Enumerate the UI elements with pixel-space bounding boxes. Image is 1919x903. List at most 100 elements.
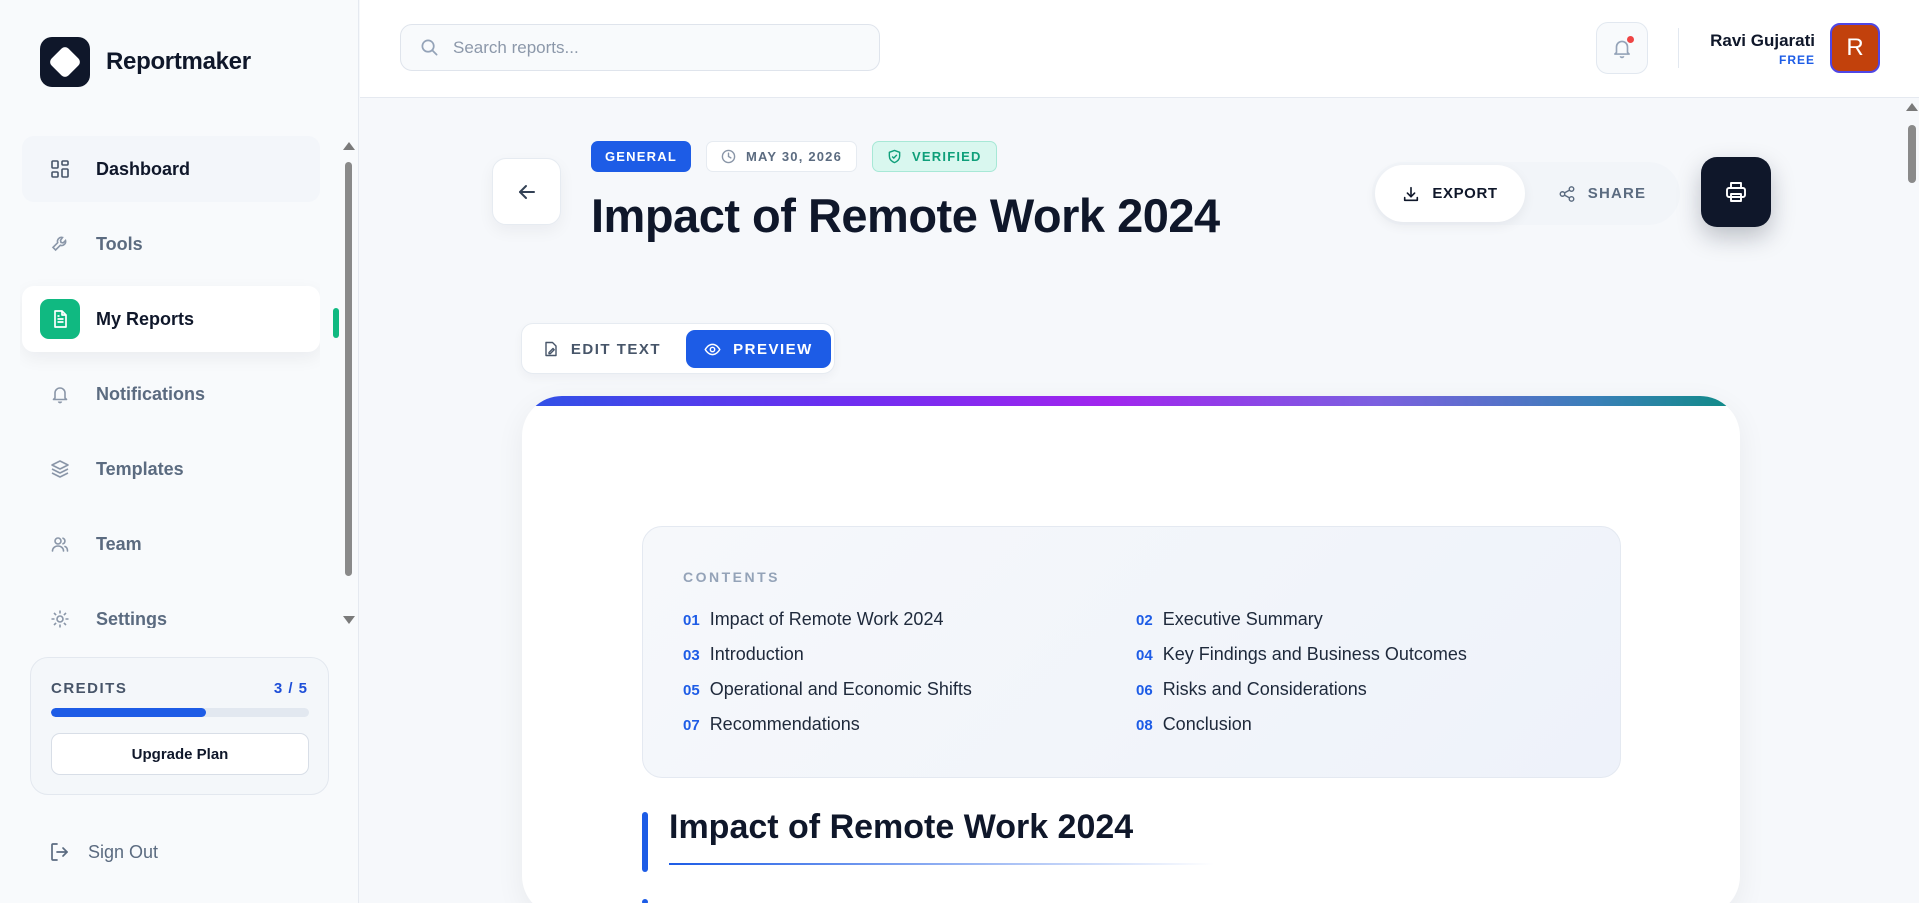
- toc-label: Operational and Economic Shifts: [709, 679, 972, 699]
- toc-item[interactable]: 04 Key Findings and Business Outcomes: [1136, 644, 1467, 665]
- sidebar-item-settings[interactable]: Settings: [22, 586, 320, 628]
- table-of-contents: CONTENTS 01 Impact of Remote Work 2024 02…: [642, 526, 1621, 778]
- print-button[interactable]: [1701, 157, 1771, 227]
- sidebar-nav: Dashboard Tools My Reports Notifications…: [20, 136, 320, 628]
- sidebar-item-label: Templates: [96, 458, 184, 479]
- download-icon: [1402, 185, 1420, 203]
- toc-item[interactable]: 03 Introduction: [683, 644, 804, 665]
- upgrade-plan-button[interactable]: Upgrade Plan: [51, 733, 309, 775]
- sidebar-item-label: Notifications: [96, 383, 206, 404]
- scrollbar-thumb[interactable]: [345, 162, 352, 576]
- sidebar-item-tools[interactable]: Tools: [22, 211, 320, 277]
- edit-document-icon: [543, 341, 559, 357]
- search-box[interactable]: [400, 24, 880, 71]
- credits-label: CREDITS: [51, 680, 128, 697]
- eye-icon: [704, 341, 721, 358]
- sidebar-item-label: Settings: [96, 608, 168, 629]
- sidebar-item-dashboard[interactable]: Dashboard: [22, 136, 320, 202]
- report-actions: EXPORT SHARE: [1372, 162, 1680, 225]
- topbar: Ravi Gujarati FREE R: [360, 0, 1919, 98]
- scroll-up-arrow-icon[interactable]: [1906, 103, 1918, 111]
- toc-label: Risks and Considerations: [1162, 679, 1367, 699]
- sidebar-scrollbar[interactable]: [342, 140, 355, 626]
- users-icon: [40, 524, 80, 564]
- sidebar-item-team[interactable]: Team: [22, 511, 320, 577]
- toc-number: 05: [683, 682, 700, 699]
- status-badge: VERIFIED: [872, 141, 997, 172]
- toc-item[interactable]: 08 Conclusion: [1136, 714, 1252, 735]
- document-icon: [40, 299, 80, 339]
- toc-label: Impact of Remote Work 2024: [709, 609, 944, 629]
- share-icon: [1558, 185, 1576, 203]
- export-button[interactable]: EXPORT: [1375, 165, 1525, 222]
- toc-item[interactable]: 02 Executive Summary: [1136, 609, 1323, 630]
- user-name: Ravi Gujarati: [1710, 31, 1815, 50]
- bell-icon: [40, 374, 80, 414]
- toc-number: 01: [683, 612, 700, 629]
- date-badge: MAY 30, 2026: [705, 141, 858, 172]
- list-bullet: [642, 899, 648, 903]
- category-badge: GENERAL: [591, 141, 691, 172]
- contents-heading: CONTENTS: [683, 569, 780, 585]
- sidebar-item-my-reports[interactable]: My Reports: [22, 286, 320, 352]
- layers-icon: [40, 449, 80, 489]
- toc-item[interactable]: 01 Impact of Remote Work 2024: [683, 609, 943, 630]
- scroll-down-arrow-icon[interactable]: [343, 616, 355, 624]
- divider: [1678, 28, 1679, 68]
- heading-underline: [669, 863, 1214, 865]
- preview-tab[interactable]: PREVIEW: [686, 330, 831, 368]
- toc-number: 04: [1136, 647, 1153, 664]
- toc-number: 06: [1136, 682, 1153, 699]
- toc-item[interactable]: 07 Recommendations: [683, 714, 860, 735]
- active-nav-marker: [333, 308, 339, 338]
- sign-out-button[interactable]: Sign Out: [48, 840, 158, 864]
- export-label: EXPORT: [1432, 185, 1498, 202]
- shield-check-icon: [887, 149, 902, 164]
- scroll-up-arrow-icon[interactable]: [343, 142, 355, 150]
- sidebar-item-templates[interactable]: Templates: [22, 436, 320, 502]
- sidebar-item-label: Tools: [96, 233, 143, 254]
- search-icon: [420, 38, 439, 57]
- main-scrollbar[interactable]: [1903, 99, 1919, 903]
- toc-item[interactable]: 06 Risks and Considerations: [1136, 679, 1367, 700]
- sidebar-item-notifications[interactable]: Notifications: [22, 361, 320, 427]
- document-preview: CONTENTS 01 Impact of Remote Work 2024 02…: [522, 396, 1740, 903]
- brand-name: Reportmaker: [106, 48, 251, 75]
- credits-progress-bar: [51, 708, 309, 717]
- sidebar-item-label: My Reports: [96, 308, 195, 329]
- wrench-icon: [40, 224, 80, 264]
- sidebar-item-label: Dashboard: [96, 158, 191, 179]
- avatar[interactable]: R: [1830, 23, 1880, 73]
- report-meta-chips: GENERAL MAY 30, 2026 VERIFIED: [591, 141, 1012, 172]
- edit-text-label: EDIT TEXT: [570, 340, 662, 358]
- gear-icon: [40, 599, 80, 628]
- sign-out-label: Sign Out: [88, 841, 159, 862]
- toc-label: Conclusion: [1162, 714, 1252, 734]
- scrollbar-thumb[interactable]: [1908, 125, 1916, 183]
- credits-progress-fill: [51, 708, 206, 717]
- date-text: MAY 30, 2026: [745, 149, 843, 164]
- search-input[interactable]: [453, 37, 853, 58]
- toc-label: Introduction: [709, 644, 804, 664]
- toc-number: 07: [683, 717, 700, 734]
- arrow-left-icon: [515, 180, 539, 204]
- credits-card: CREDITS 3 / 5 Upgrade Plan: [30, 657, 329, 795]
- toc-label: Executive Summary: [1162, 609, 1323, 629]
- clock-icon: [721, 149, 736, 164]
- grid-icon: [40, 149, 80, 189]
- toc-item[interactable]: 05 Operational and Economic Shifts: [683, 679, 972, 700]
- toc-label: Key Findings and Business Outcomes: [1162, 644, 1467, 664]
- share-label: SHARE: [1587, 185, 1647, 202]
- notifications-button[interactable]: [1596, 22, 1648, 74]
- printer-icon: [1724, 180, 1748, 204]
- toc-number: 08: [1136, 717, 1153, 734]
- toc-number: 02: [1136, 612, 1153, 629]
- sign-out-icon: [48, 840, 72, 864]
- back-button[interactable]: [492, 158, 561, 225]
- gradient-top-border: [522, 396, 1740, 406]
- share-button[interactable]: SHARE: [1537, 165, 1667, 222]
- preview-label: PREVIEW: [733, 340, 813, 358]
- edit-text-tab[interactable]: EDIT TEXT: [528, 330, 676, 368]
- brand-logo[interactable]: Reportmaker: [40, 37, 251, 87]
- page-title: Impact of Remote Work 2024: [591, 189, 1220, 242]
